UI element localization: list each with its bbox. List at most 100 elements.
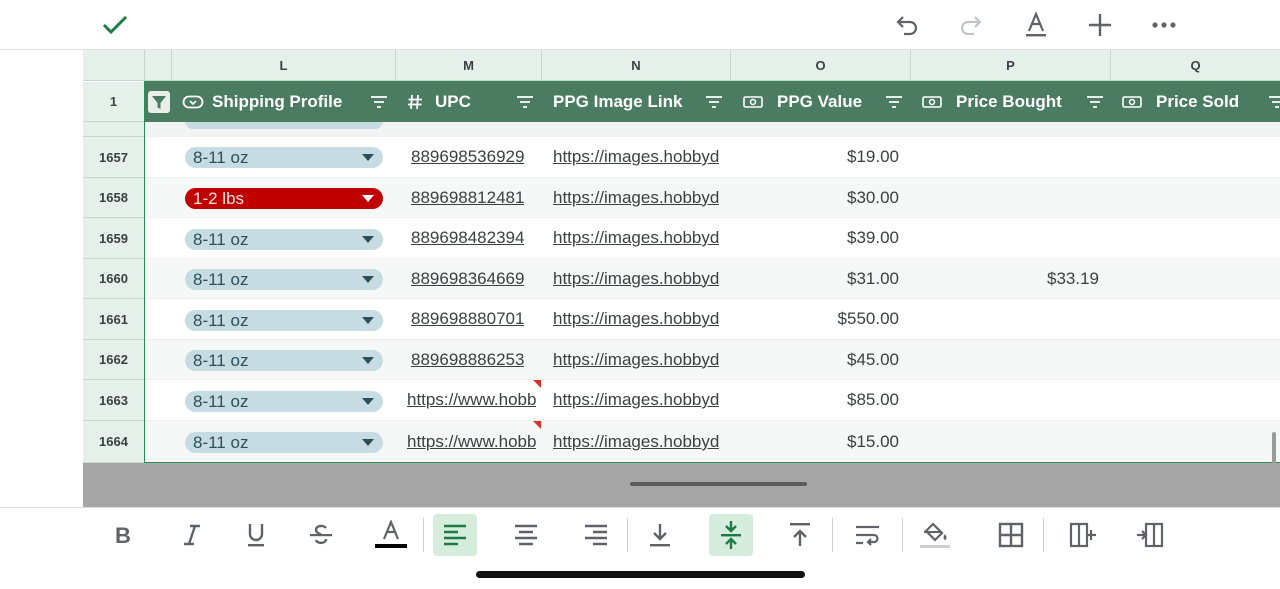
upc-value[interactable]: 889698364669 xyxy=(411,269,524,289)
table-row[interactable]: 1-2 lbs 889698812481 https://images.hobb… xyxy=(145,178,1280,218)
upc-cell[interactable]: 889698886253 xyxy=(411,340,541,379)
row-header-1[interactable]: 1 xyxy=(83,82,145,122)
header-ppg-value[interactable]: PPG Value xyxy=(743,82,911,122)
ppg-value-cell[interactable]: $550.00 xyxy=(731,299,899,339)
shipping-profile-chip[interactable]: 8-11 oz xyxy=(185,432,383,453)
upc-cell[interactable]: 889698880701 xyxy=(411,299,541,339)
italic-icon[interactable] xyxy=(170,514,214,556)
row-header[interactable]: 1660 xyxy=(83,259,145,299)
row-header[interactable]: 1664 xyxy=(83,421,145,463)
upc-value[interactable]: https://www.hobb xyxy=(407,390,536,410)
image-link[interactable]: https://images.hobbyd xyxy=(553,432,719,452)
fill-color-icon[interactable] xyxy=(913,514,957,556)
comment-indicator-icon[interactable] xyxy=(533,421,541,429)
upc-value[interactable]: 889698812481 xyxy=(411,188,524,208)
comment-indicator-icon[interactable] xyxy=(533,380,541,388)
image-link[interactable]: https://images.hobbyd xyxy=(553,188,719,208)
corner-cell[interactable] xyxy=(83,50,145,81)
image-link-cell[interactable]: https://images.hobbyd xyxy=(553,380,731,420)
more-icon[interactable] xyxy=(1146,6,1182,44)
column-header-m[interactable]: M xyxy=(396,50,542,81)
price-sold-cell[interactable] xyxy=(1111,299,1269,339)
price-bought-cell[interactable] xyxy=(911,218,1099,258)
check-icon[interactable] xyxy=(97,6,133,44)
upc-value[interactable]: 889698886253 xyxy=(411,350,524,370)
valign-middle-icon[interactable] xyxy=(709,514,753,556)
upc-cell[interactable]: https://www.hobb xyxy=(407,421,541,463)
filter-icon[interactable] xyxy=(370,94,388,110)
borders-icon[interactable] xyxy=(989,514,1033,556)
image-link-cell[interactable]: https://images.hobbyd xyxy=(553,299,731,339)
column-header-p[interactable]: P xyxy=(911,50,1111,81)
image-link[interactable]: https://images.hobbyd xyxy=(553,350,719,370)
image-link[interactable]: https://images.hobbyd xyxy=(553,147,719,167)
price-sold-cell[interactable] xyxy=(1111,137,1269,177)
table-row[interactable]: 8-11 oz 889698364669 https://images.hobb… xyxy=(145,259,1280,299)
image-link-cell[interactable]: https://images.hobbyd xyxy=(553,340,731,379)
image-link[interactable]: https://images.hobbyd xyxy=(553,390,719,410)
image-link-cell[interactable]: https://images.hobbyd xyxy=(553,259,731,298)
table-row[interactable]: 8-11 oz https://www.hobb https://images.… xyxy=(145,421,1280,463)
upc-value[interactable]: 889698482394 xyxy=(411,228,524,248)
column-header-n[interactable]: N xyxy=(542,50,731,81)
row-header[interactable]: 1657 xyxy=(83,137,145,178)
filter-icon[interactable] xyxy=(516,94,534,110)
ppg-value-cell[interactable]: $15.00 xyxy=(731,421,899,463)
shipping-chip-partial[interactable] xyxy=(185,122,383,129)
insert-column-right-icon[interactable] xyxy=(1061,514,1105,556)
header-shipping-profile[interactable]: Shipping Profile xyxy=(182,82,396,122)
undo-icon[interactable] xyxy=(889,6,925,44)
price-sold-cell[interactable] xyxy=(1111,421,1269,463)
image-link-cell[interactable]: https://images.hobbyd xyxy=(553,218,731,258)
image-link-cell[interactable]: https://images.hobbyd xyxy=(553,137,731,177)
column-header-o[interactable]: O xyxy=(731,50,911,81)
upc-cell[interactable]: 889698812481 xyxy=(411,178,541,217)
table-row[interactable]: 8-11 oz https://www.hobb https://images.… xyxy=(145,380,1280,421)
price-sold-cell[interactable] xyxy=(1111,380,1269,420)
text-format-icon[interactable] xyxy=(1018,6,1054,44)
image-link-cell[interactable]: https://images.hobbyd xyxy=(553,178,731,217)
insert-column-left-icon[interactable] xyxy=(1128,514,1172,556)
ppg-value-cell[interactable]: $45.00 xyxy=(731,340,899,379)
align-right-icon[interactable] xyxy=(574,514,618,556)
row-header[interactable]: 1659 xyxy=(83,218,145,259)
table-row[interactable]: 8-11 oz 889698482394 https://images.hobb… xyxy=(145,218,1280,259)
redo-icon[interactable] xyxy=(953,6,989,44)
underline-icon[interactable] xyxy=(234,514,278,556)
ppg-value-cell[interactable]: $30.00 xyxy=(731,178,899,217)
add-icon[interactable] xyxy=(1082,6,1118,44)
shipping-profile-chip[interactable]: 8-11 oz xyxy=(185,350,383,371)
shipping-profile-chip[interactable]: 1-2 lbs xyxy=(185,188,383,209)
image-link[interactable]: https://images.hobbyd xyxy=(553,228,719,248)
price-sold-cell[interactable] xyxy=(1111,340,1269,379)
text-color-icon[interactable] xyxy=(369,514,413,556)
price-sold-cell[interactable] xyxy=(1111,178,1269,217)
filter-icon[interactable] xyxy=(1268,94,1280,110)
valign-top-icon[interactable] xyxy=(778,514,822,556)
table-row[interactable]: 8-11 oz 889698536929 https://images.hobb… xyxy=(145,137,1280,178)
column-header-k[interactable] xyxy=(145,50,172,81)
price-bought-cell[interactable] xyxy=(911,380,1099,420)
shipping-profile-chip[interactable]: 8-11 oz xyxy=(185,147,383,168)
image-link[interactable]: https://images.hobbyd xyxy=(553,309,719,329)
ppg-value-cell[interactable]: $19.00 xyxy=(731,137,899,177)
column-header-q[interactable]: Q xyxy=(1111,50,1280,81)
horizontal-scroll-handle[interactable] xyxy=(630,482,807,486)
table-filter-icon[interactable] xyxy=(148,91,170,113)
filter-icon[interactable] xyxy=(705,94,723,110)
upc-cell[interactable]: 889698364669 xyxy=(411,259,541,298)
price-bought-cell[interactable] xyxy=(911,340,1099,379)
upc-value[interactable]: https://www.hobb xyxy=(407,432,536,452)
price-sold-cell[interactable] xyxy=(1111,218,1269,258)
header-ppg-image-link[interactable]: PPG Image Link xyxy=(545,82,731,122)
price-bought-cell[interactable]: $33.19 xyxy=(911,259,1099,298)
image-link[interactable]: https://images.hobbyd xyxy=(553,269,719,289)
wrap-text-icon[interactable] xyxy=(846,514,890,556)
bold-icon[interactable]: B xyxy=(100,514,144,556)
row-header[interactable]: 1663 xyxy=(83,380,145,421)
home-indicator[interactable] xyxy=(476,571,805,578)
row-header[interactable]: 1658 xyxy=(83,178,145,218)
price-sold-cell[interactable] xyxy=(1111,259,1269,298)
upc-value[interactable]: 889698880701 xyxy=(411,309,524,329)
ppg-value-cell[interactable]: $85.00 xyxy=(731,380,899,420)
